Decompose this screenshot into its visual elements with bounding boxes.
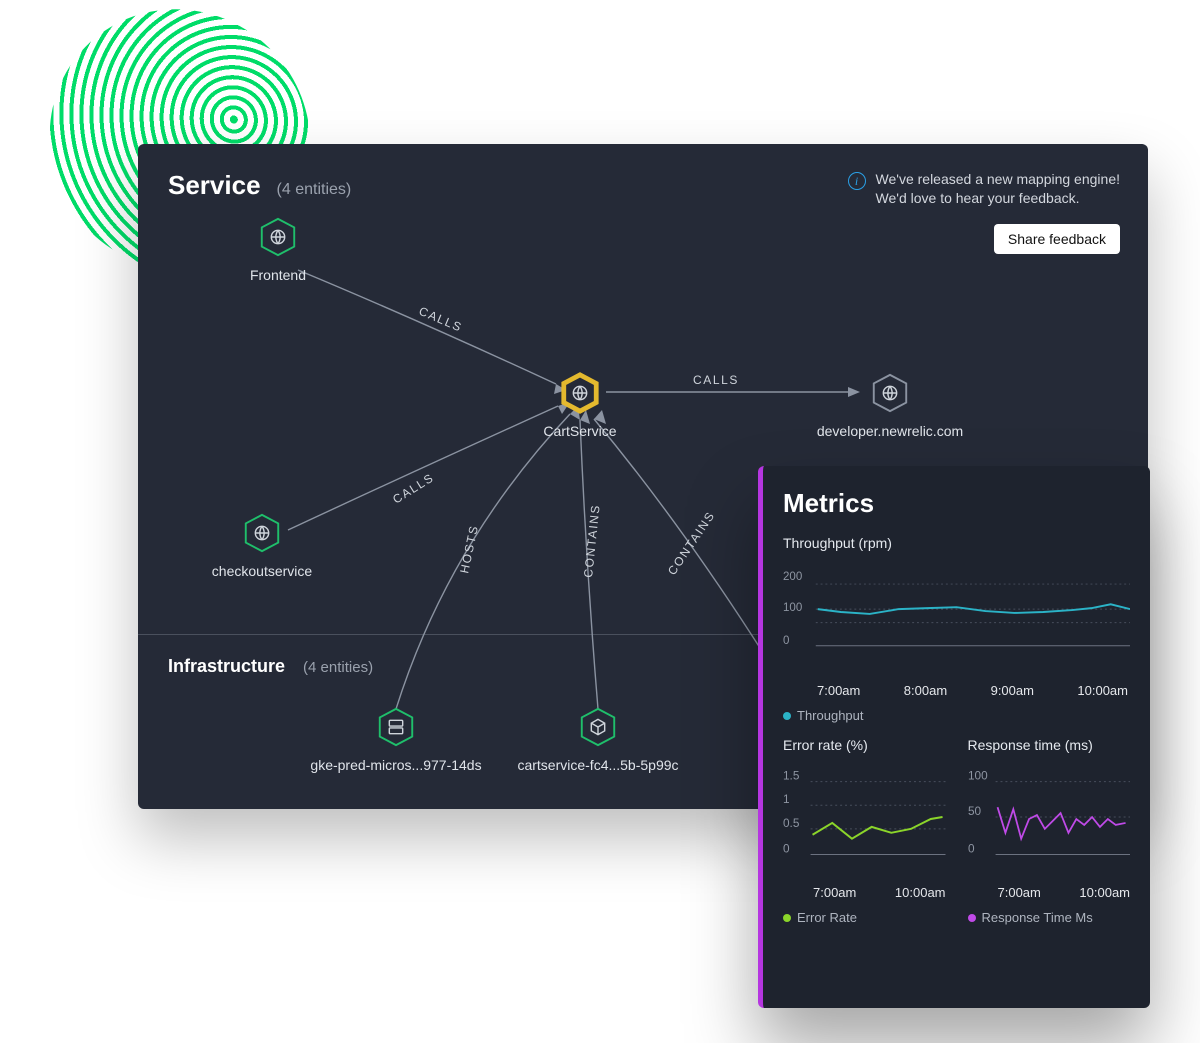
- server-icon: [375, 706, 417, 748]
- throughput-x-axis: 7:00am 8:00am 9:00am 10:00am: [783, 677, 1130, 698]
- node-frontend[interactable]: Frontend: [178, 216, 378, 283]
- cube-icon: [577, 706, 619, 748]
- infrastructure-entity-count: (4 entities): [303, 659, 373, 676]
- metrics-title: Metrics: [783, 488, 1130, 519]
- service-entity-count: (4 entities): [277, 181, 352, 199]
- svg-text:0: 0: [783, 635, 789, 647]
- info-icon: i: [848, 172, 866, 190]
- metrics-panel: Metrics Throughput (rpm) 200 100 0 7:00a…: [758, 466, 1150, 1008]
- node-label: developer.newrelic.com: [817, 423, 963, 439]
- error-rate-chart[interactable]: 1.5 1 0.5 0: [783, 759, 946, 879]
- dot-icon: [968, 914, 976, 922]
- node-checkoutservice[interactable]: checkoutservice: [162, 512, 362, 579]
- svg-text:CALLS: CALLS: [417, 304, 465, 335]
- response-x-axis: 7:00am 10:00am: [968, 879, 1131, 900]
- node-label: gke-pred-micros...977-14ds: [310, 757, 481, 773]
- globe-icon: [869, 372, 911, 414]
- response-time-chart[interactable]: 100 50 0: [968, 759, 1131, 879]
- svg-text:0.5: 0.5: [783, 816, 800, 830]
- svg-text:200: 200: [783, 571, 802, 583]
- svg-text:50: 50: [968, 804, 982, 818]
- response-legend: Response Time Ms: [968, 910, 1131, 925]
- notice-line: We've released a new mapping engine!: [876, 170, 1120, 189]
- throughput-legend: Throughput: [783, 708, 1130, 723]
- share-feedback-button[interactable]: Share feedback: [994, 224, 1120, 254]
- chart-title-error: Error rate (%): [783, 737, 946, 753]
- node-external[interactable]: developer.newrelic.com: [790, 372, 990, 439]
- infrastructure-section-title: Infrastructure: [168, 656, 285, 677]
- globe-icon: [559, 372, 601, 414]
- chart-title-response: Response time (ms): [968, 737, 1131, 753]
- node-label: Frontend: [250, 267, 306, 283]
- node-label: cartservice-fc4...5b-5p99c: [517, 757, 678, 773]
- svg-text:0: 0: [783, 841, 790, 855]
- svg-text:0: 0: [968, 841, 975, 855]
- node-label: checkoutservice: [212, 563, 312, 579]
- svg-text:100: 100: [968, 769, 988, 783]
- globe-icon: [257, 216, 299, 258]
- svg-text:HOSTS: HOSTS: [457, 523, 481, 574]
- dot-icon: [783, 914, 791, 922]
- node-label: CartService: [543, 423, 616, 439]
- svg-text:100: 100: [783, 602, 802, 614]
- error-x-axis: 7:00am 10:00am: [783, 879, 946, 900]
- svg-text:CALLS: CALLS: [390, 470, 436, 506]
- release-notice: i We've released a new mapping engine! W…: [848, 170, 1120, 208]
- node-infra-container[interactable]: cartservice-fc4...5b-5p99c: [498, 706, 698, 773]
- svg-text:1: 1: [783, 792, 790, 806]
- svg-text:1.5: 1.5: [783, 769, 800, 783]
- svg-text:CONTAINS: CONTAINS: [581, 503, 603, 578]
- throughput-chart[interactable]: 200 100 0: [783, 557, 1130, 667]
- svg-text:CONTAINS: CONTAINS: [665, 509, 718, 578]
- chart-title-throughput: Throughput (rpm): [783, 535, 1130, 551]
- error-legend: Error Rate: [783, 910, 946, 925]
- svg-text:CALLS: CALLS: [693, 373, 739, 387]
- dot-icon: [783, 712, 791, 720]
- service-section-title: Service: [168, 170, 261, 201]
- globe-icon: [241, 512, 283, 554]
- node-infra-host[interactable]: gke-pred-micros...977-14ds: [296, 706, 496, 773]
- node-cartservice[interactable]: CartService: [480, 372, 680, 439]
- notice-line: We'd love to hear your feedback.: [876, 189, 1120, 208]
